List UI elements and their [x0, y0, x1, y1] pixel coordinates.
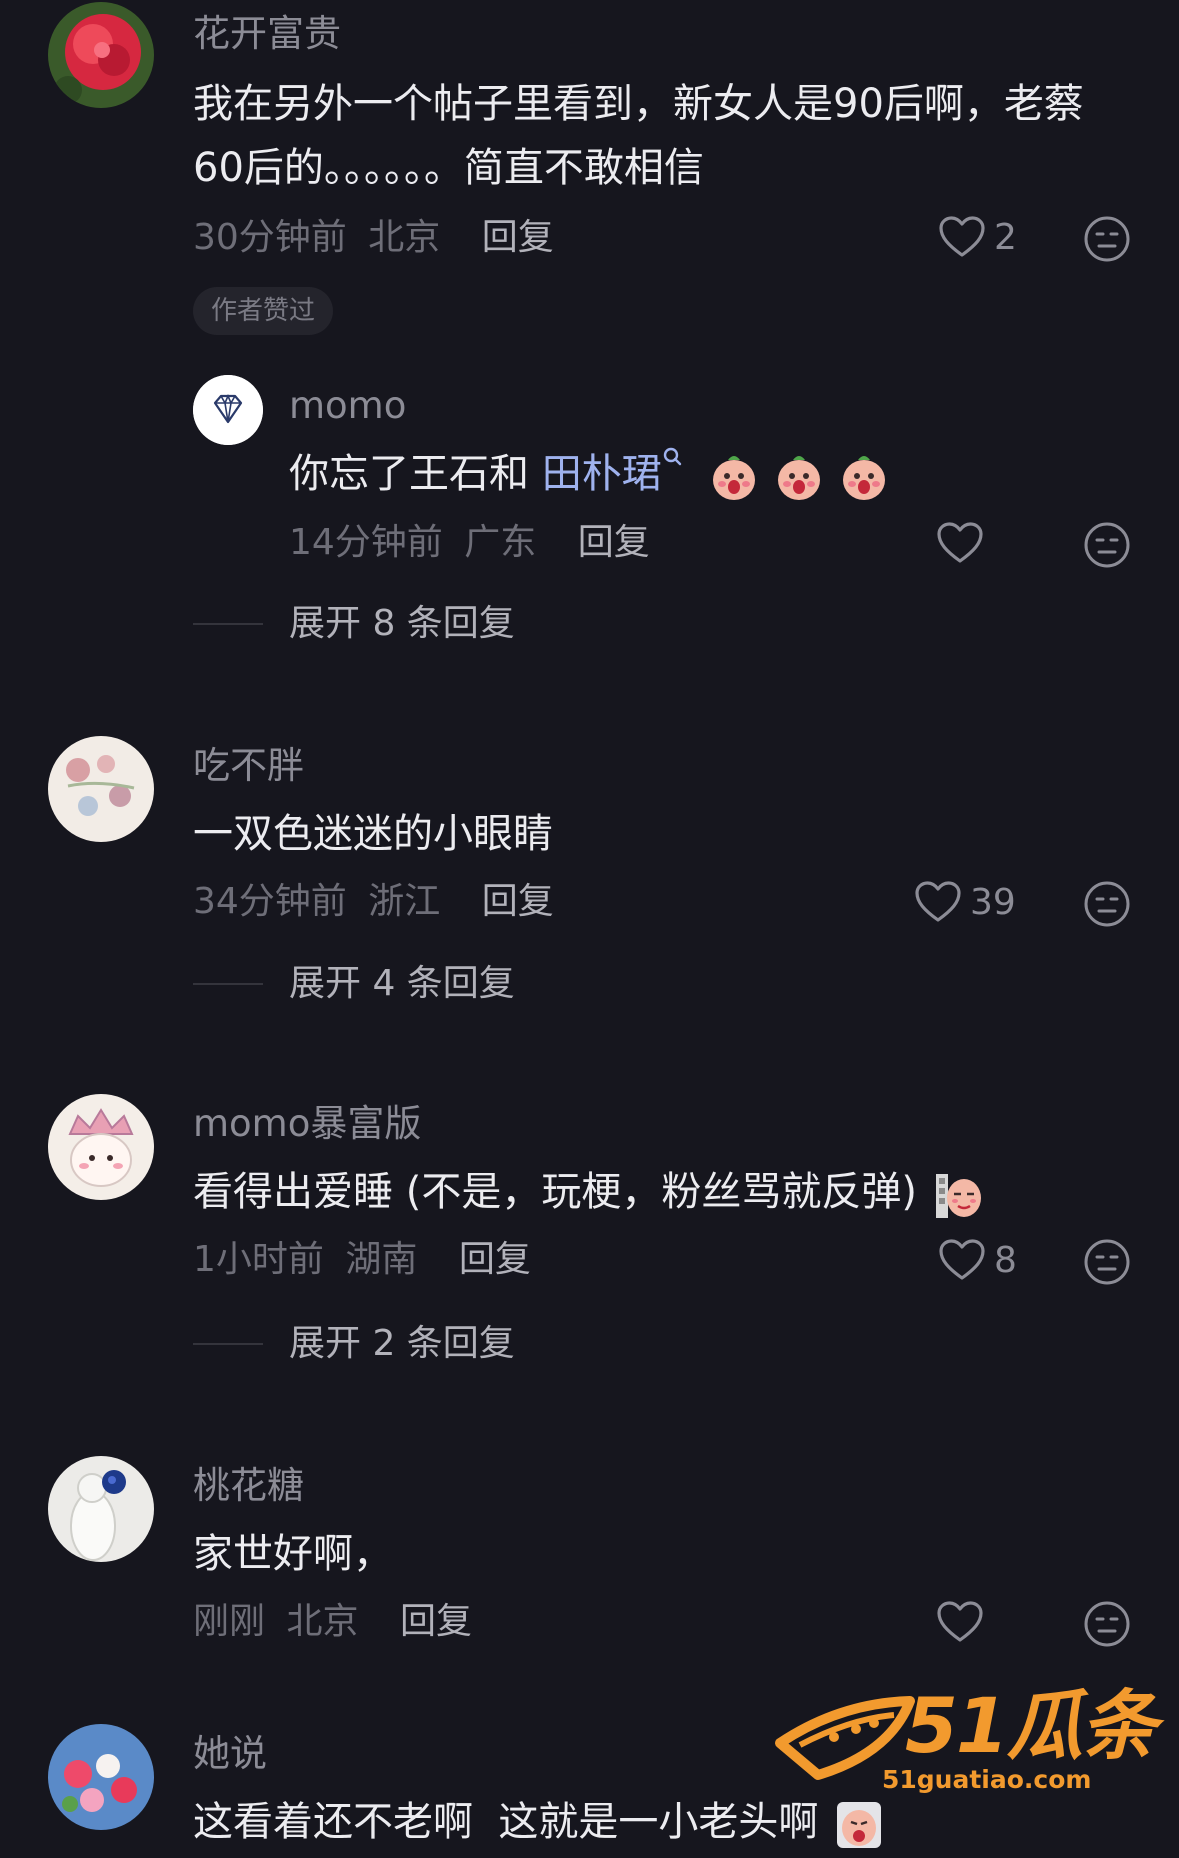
author-liked-badge: 作者赞过 — [193, 287, 334, 335]
dislike-button[interactable] — [1083, 1238, 1131, 1286]
avatar[interactable] — [48, 1456, 154, 1562]
comment-meta: 30分钟前 北京 回复 — [193, 216, 554, 260]
reply-username[interactable]: momo — [289, 384, 406, 428]
dislike-button[interactable] — [1083, 1600, 1131, 1648]
comment-username[interactable]: 她说 — [193, 1732, 267, 1776]
watermark-url: 51guatiao.com — [882, 1765, 1092, 1794]
comment-text: 看得出爱睡 (不是，玩梗，粉丝骂就反弹) — [193, 1160, 1143, 1224]
comment-location: 浙江 — [368, 881, 441, 922]
comment-username[interactable]: 花开富贵 — [193, 12, 341, 56]
comment-time: 34分钟前 — [193, 881, 347, 922]
comment-time: 1小时前 — [193, 1239, 324, 1280]
mention-link[interactable]: 田朴珺 — [541, 447, 682, 497]
comment-username[interactable]: momo暴富版 — [193, 1102, 421, 1146]
comment-username[interactable]: 吃不胖 — [193, 744, 304, 788]
avatar[interactable] — [48, 2, 154, 108]
comment-text-content: 这看着还不老啊 这就是一小老头啊 — [193, 1799, 819, 1845]
heart-icon — [937, 522, 983, 563]
reply-button[interactable]: 回复 — [482, 217, 554, 258]
reply-button[interactable]: 回复 — [459, 1239, 531, 1280]
dislike-button[interactable] — [1083, 880, 1131, 928]
like-button[interactable] — [936, 521, 984, 565]
comment-meta: 34分钟前 浙江 回复 — [193, 880, 554, 924]
diamond-icon — [193, 375, 263, 445]
comment-meta: 刚刚 北京 回复 — [193, 1600, 472, 1644]
expand-replies-button[interactable]: 展开 4 条回复 — [289, 962, 515, 1006]
heart-icon — [915, 881, 961, 922]
reply-button[interactable]: 回复 — [482, 881, 554, 922]
reply-meta: 14分钟前 广东 回复 — [289, 521, 650, 565]
neutral-face-icon — [1084, 1601, 1130, 1647]
reply-button[interactable]: 回复 — [578, 522, 650, 563]
avatar[interactable] — [48, 1724, 154, 1830]
shy-face-emoji — [778, 456, 821, 500]
neutral-face-icon — [1084, 522, 1130, 568]
watermark-logo: 51瓜条 51guatiao.com — [770, 1683, 1157, 1803]
comment-username[interactable]: 桃花糖 — [193, 1464, 304, 1508]
neutral-face-icon — [1084, 216, 1130, 262]
reply-location: 广东 — [464, 522, 537, 563]
reply-text-prefix: 你忘了王石和 — [289, 451, 542, 497]
comment-text-line: 60后的。。。。。。简直不敢相信 — [193, 145, 704, 191]
like-count: 39 — [970, 881, 1016, 923]
neutral-face-icon — [1084, 881, 1130, 927]
comment-text: 家世好啊， — [193, 1531, 393, 1577]
watermark-title: 51瓜条 — [905, 1681, 1157, 1770]
heart-icon — [939, 1239, 985, 1280]
comment-location: 北京 — [286, 1601, 359, 1642]
heart-icon — [937, 1601, 983, 1642]
avatar[interactable] — [48, 736, 154, 842]
crying-face-emoji — [837, 1802, 882, 1848]
comment-text: 我在另外一个帖子里看到，新女人是90后啊，老蔡 60后的。。。。。。简直不敢相信 — [193, 72, 1143, 200]
comment-location: 湖南 — [345, 1239, 418, 1280]
heart-icon — [939, 216, 985, 257]
mention-text: 田朴珺 — [541, 451, 662, 497]
comment-text: 一双色迷迷的小眼睛 — [193, 811, 553, 857]
like-count: 8 — [994, 1239, 1017, 1281]
reply-avatar[interactable] — [193, 375, 263, 445]
shy-face-emoji — [713, 456, 756, 500]
reply-button[interactable]: 回复 — [400, 1601, 472, 1642]
comment-location: 北京 — [368, 217, 441, 258]
dislike-button[interactable] — [1083, 521, 1131, 569]
neutral-face-icon — [1084, 1239, 1130, 1285]
expand-replies-button[interactable]: 展开 8 条回复 — [289, 602, 515, 646]
sly-face-emoji — [935, 1174, 981, 1218]
expand-replies-button[interactable]: 展开 2 条回复 — [289, 1322, 515, 1366]
shy-face-emoji — [842, 456, 885, 500]
like-button[interactable] — [936, 1600, 984, 1644]
reply-time: 14分钟前 — [289, 522, 443, 563]
comment-text-line: 我在另外一个帖子里看到，新女人是90后啊，老蔡 — [193, 81, 1084, 127]
expand-divider — [193, 623, 263, 625]
like-button[interactable]: 2 — [938, 215, 1017, 259]
comment-text-content: 看得出爱睡 (不是，玩梗，粉丝骂就反弹) — [193, 1169, 917, 1215]
avatar[interactable] — [48, 1094, 154, 1200]
expand-divider — [193, 983, 263, 985]
comment-time: 刚刚 — [193, 1601, 266, 1642]
comment-time: 30分钟前 — [193, 217, 347, 258]
like-button[interactable]: 8 — [938, 1238, 1017, 1282]
comment-meta: 1小时前 湖南 回复 — [193, 1238, 531, 1282]
like-count: 2 — [994, 216, 1017, 258]
like-button[interactable]: 39 — [914, 880, 1016, 924]
dislike-button[interactable] — [1083, 215, 1131, 263]
search-icon — [663, 447, 681, 466]
expand-divider — [193, 1343, 263, 1345]
reply-text: 你忘了王石和 田朴珺 — [289, 442, 1149, 506]
